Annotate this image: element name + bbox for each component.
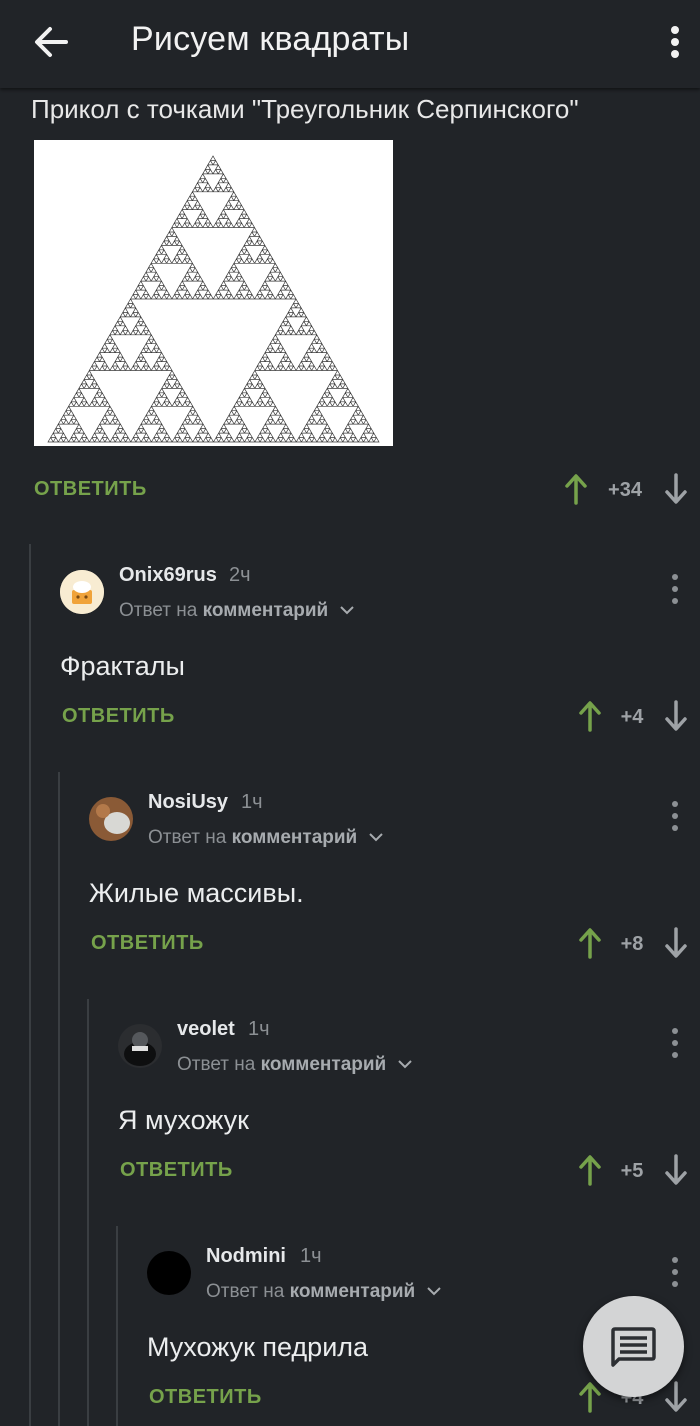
reply-to-target: комментарий (202, 600, 329, 621)
arrow-up-icon (579, 701, 601, 732)
comment-time: 1ч (241, 791, 263, 813)
thread-line (116, 1226, 118, 1426)
more-vertical-icon (672, 801, 678, 831)
reply-to-link[interactable]: Ответ на комментарий (206, 1281, 441, 1303)
reply-to-link[interactable]: Ответ на комментарий (177, 1054, 412, 1076)
avatar[interactable] (60, 570, 104, 614)
back-button[interactable] (28, 22, 72, 62)
reply-to-prefix: Ответ на (148, 827, 227, 848)
comment-text: Жилые массивы. (89, 878, 304, 908)
comment-time: 2ч (229, 564, 251, 586)
arrow-up-icon (579, 1155, 601, 1186)
reply-to-link[interactable]: Ответ на комментарий (119, 600, 354, 622)
reply-button[interactable]: ОТВЕТИТЬ (120, 1159, 233, 1182)
write-comment-fab[interactable] (583, 1296, 684, 1397)
avatar-image (118, 1024, 162, 1068)
more-vertical-icon (672, 1028, 678, 1058)
arrow-down-icon (665, 927, 687, 958)
comment-time: 1ч (300, 1245, 322, 1267)
comment-text: Я мухожук (118, 1105, 249, 1135)
score: +4 (620, 706, 644, 728)
score: +8 (620, 933, 644, 955)
avatar[interactable] (118, 1024, 162, 1068)
sierpinski-triangle-image[interactable] (34, 140, 393, 446)
arrow-left-icon (35, 27, 68, 57)
more-vertical-icon (672, 1257, 678, 1287)
comment-username[interactable]: Nodmini (206, 1245, 286, 1268)
comment-menu-button[interactable] (669, 1254, 681, 1290)
downvote-button[interactable] (664, 927, 688, 959)
thread-line (58, 772, 60, 1426)
chevron-down-icon (368, 833, 383, 842)
chevron-down-icon (339, 606, 354, 615)
more-vertical-icon (672, 574, 678, 604)
reply-to-target: комментарий (231, 827, 358, 848)
comment-username[interactable]: veolet (177, 1018, 235, 1041)
arrow-down-icon (665, 700, 687, 731)
comment-menu-button[interactable] (669, 571, 681, 607)
arrow-up-icon (565, 474, 587, 505)
chevron-down-icon (397, 1060, 412, 1069)
downvote-button[interactable] (664, 473, 688, 505)
chevron-down-icon (426, 1287, 441, 1296)
comment-icon (611, 1327, 656, 1367)
reply-to-target: комментарий (289, 1281, 416, 1302)
avatar-image (89, 797, 133, 841)
comment-username[interactable]: Onix69rus (119, 564, 217, 587)
comment-text: Мухожук педрила (147, 1332, 369, 1362)
comment-username[interactable]: NosiUsy (148, 791, 228, 814)
arrow-down-icon (665, 473, 687, 504)
more-vertical-icon (671, 26, 679, 58)
upvote-button[interactable] (578, 1154, 602, 1186)
avatar-image (60, 570, 104, 614)
top-app-bar: Рисуем квадраты (0, 0, 700, 88)
more-options-button[interactable] (662, 22, 688, 62)
score: +34 (608, 479, 642, 501)
downvote-button[interactable] (664, 700, 688, 732)
page-title: Рисуем квадраты (131, 20, 410, 58)
comment-menu-button[interactable] (669, 798, 681, 834)
sierpinski-triangle-drawing (47, 155, 380, 443)
reply-button[interactable]: ОТВЕТИТЬ (91, 932, 204, 955)
comment-text: Фракталы (60, 651, 185, 681)
reply-button[interactable]: ОТВЕТИТЬ (62, 705, 175, 728)
reply-to-prefix: Ответ на (206, 1281, 285, 1302)
reply-to-prefix: Ответ на (119, 600, 198, 621)
upvote-button[interactable] (578, 927, 602, 959)
downvote-button[interactable] (664, 1154, 688, 1186)
reply-button[interactable]: ОТВЕТИТЬ (34, 478, 147, 501)
score: +5 (620, 1160, 644, 1182)
reply-button[interactable]: ОТВЕТИТЬ (149, 1386, 262, 1409)
avatar[interactable] (147, 1251, 191, 1295)
comment-time: 1ч (248, 1018, 270, 1040)
arrow-down-icon (665, 1154, 687, 1185)
reply-to-target: комментарий (260, 1054, 387, 1075)
reply-to-link[interactable]: Ответ на комментарий (148, 827, 383, 849)
avatar[interactable] (89, 797, 133, 841)
comment-menu-button[interactable] (669, 1025, 681, 1061)
thread-line (87, 999, 89, 1426)
reply-to-prefix: Ответ на (177, 1054, 256, 1075)
thread-line (29, 544, 31, 1426)
parent-comment-text: Прикол с точками "Треугольник Серпинског… (31, 94, 579, 124)
arrow-up-icon (579, 928, 601, 959)
upvote-button[interactable] (578, 700, 602, 732)
upvote-button[interactable] (564, 473, 588, 505)
